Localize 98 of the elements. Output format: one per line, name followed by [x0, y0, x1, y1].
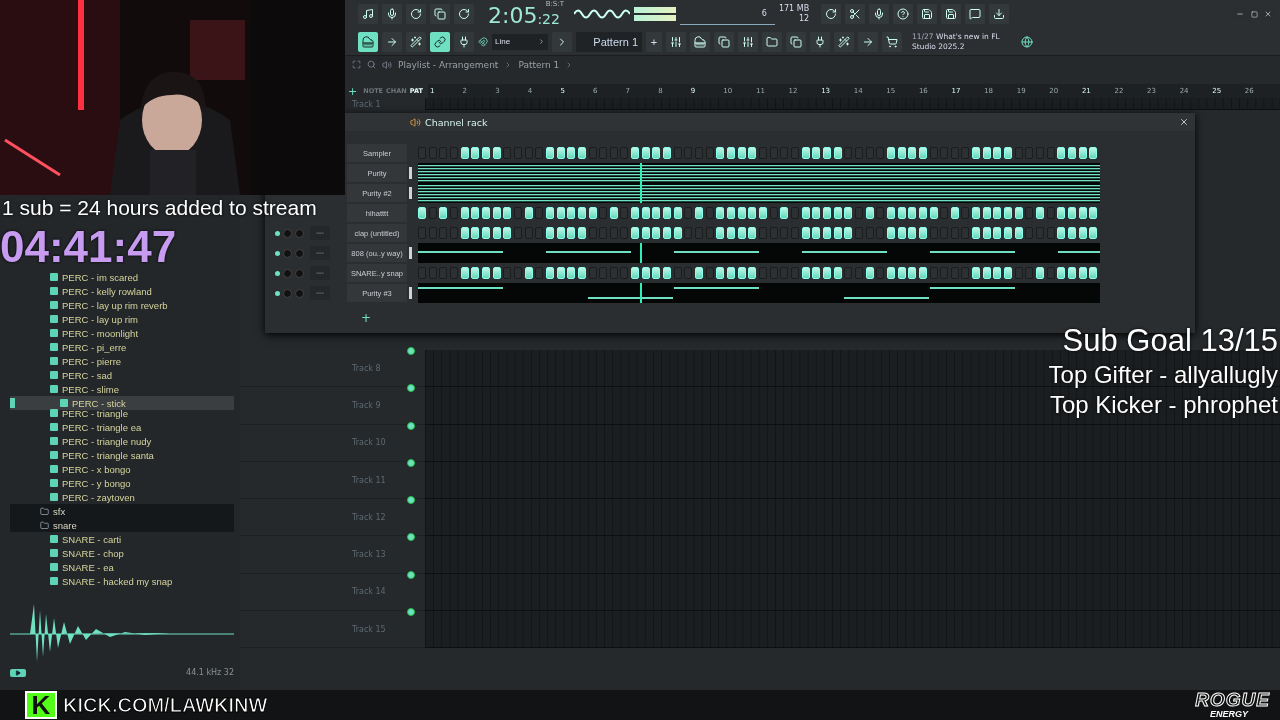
- close-button[interactable]: [1179, 117, 1189, 127]
- top-gifter-text: Top Gifter - allyallugly: [1048, 360, 1278, 390]
- mute-led[interactable]: [275, 290, 280, 296]
- microphone-icon: [873, 8, 886, 20]
- plug-icon: [814, 35, 826, 48]
- sample-info: 44.1 kHz 32: [186, 668, 234, 677]
- kick-logo: K: [25, 691, 57, 719]
- mixer-icon: [742, 35, 754, 48]
- top-kicker-text: Top Kicker - phrophet: [1048, 390, 1278, 420]
- play-button[interactable]: [552, 31, 572, 52]
- cpu-monitor: 6: [679, 3, 775, 25]
- mute-led[interactable]: [275, 230, 280, 236]
- browser-item[interactable]: sfx: [10, 504, 234, 518]
- browser-button[interactable]: [762, 31, 782, 52]
- search-icon: [367, 60, 376, 69]
- save-as-button[interactable]: [941, 4, 962, 24]
- memory-readout: 171 MB 12: [778, 4, 810, 24]
- mute-led[interactable]: [275, 250, 280, 256]
- browser-item[interactable]: PERC - x bongo: [10, 462, 234, 476]
- folder-icon: [40, 506, 49, 516]
- close-icon: [1179, 117, 1189, 127]
- pattern-selector[interactable]: Pattern 1: [576, 31, 642, 52]
- undo-button[interactable]: [821, 4, 842, 24]
- plug-button[interactable]: [810, 31, 830, 52]
- mixer-button[interactable]: [738, 31, 758, 52]
- fullscreen-icon: [352, 60, 361, 69]
- cart-icon: [886, 35, 898, 48]
- help-icon: [897, 8, 910, 20]
- add-channel-button[interactable]: +: [361, 311, 372, 325]
- play-button[interactable]: [10, 669, 26, 677]
- undo-icon: [825, 8, 838, 20]
- browser-item[interactable]: PERC - triangle ea: [10, 420, 234, 434]
- browser-item[interactable]: PERC - lay up rim reverb: [10, 298, 234, 312]
- download-icon: [993, 8, 1006, 20]
- browser-item[interactable]: PERC - pi_erre: [10, 340, 234, 354]
- browser-item[interactable]: PERC - y bongo: [10, 476, 234, 490]
- browser-item[interactable]: SNARE - hacked my snap: [10, 574, 234, 588]
- sub-goal-text: Sub Goal 13/15: [1061, 322, 1278, 360]
- browser-item[interactable]: PERC - kelly rowland: [10, 284, 234, 298]
- close-icon: [1264, 10, 1272, 18]
- channel-url: KICK.COM/LAWKINW: [63, 693, 268, 717]
- globe-icon: [1021, 35, 1033, 48]
- breadcrumb-item[interactable]: Pattern 1: [518, 59, 560, 70]
- link-button[interactable]: [430, 31, 450, 52]
- oscilloscope-drawing: [573, 7, 630, 21]
- speaker-icon: [382, 59, 392, 70]
- folder-icon: [40, 520, 49, 530]
- wand-button[interactable]: [406, 31, 426, 52]
- level-meter: [633, 7, 676, 21]
- document-icon: [790, 35, 802, 48]
- save-button[interactable]: [917, 4, 938, 24]
- arrow-icon: [386, 35, 398, 48]
- save-as-icon: [945, 8, 958, 20]
- restore-icon: [1250, 10, 1258, 18]
- cart-button[interactable]: [882, 31, 902, 52]
- browser-item[interactable]: PERC - im scared: [10, 270, 234, 284]
- chat-icon: [969, 8, 982, 20]
- browser-item[interactable]: SNARE - carti: [10, 532, 234, 546]
- scissors-icon: [849, 8, 862, 20]
- loop-button[interactable]: [454, 4, 474, 24]
- wand-icon: [410, 35, 422, 48]
- download-button[interactable]: [989, 4, 1010, 24]
- document-button[interactable]: [786, 31, 806, 52]
- add-track-button[interactable]: +: [348, 84, 358, 98]
- arrow-button[interactable]: [382, 31, 402, 52]
- snap-dropdown[interactable]: Line: [492, 33, 548, 50]
- browser-item[interactable]: PERC - sad: [10, 368, 234, 382]
- browser-item[interactable]: SNARE - chop: [10, 546, 234, 560]
- browser-item[interactable]: PERC - moonlight: [10, 326, 234, 340]
- scissors-button[interactable]: [845, 4, 866, 24]
- link-icon: [434, 35, 446, 48]
- add-pattern-button[interactable]: +: [646, 31, 662, 52]
- help-button[interactable]: [893, 4, 914, 24]
- selection-marker: [10, 398, 15, 408]
- save-icon: [921, 8, 934, 20]
- sponsor-logo: ROGUE ENERGY: [1195, 691, 1270, 719]
- browser-item[interactable]: PERC - stick: [10, 396, 234, 410]
- browser-icon: [766, 35, 778, 48]
- window-title: Channel rack: [425, 116, 488, 128]
- breadcrumb-item[interactable]: Playlist - Arrangement: [398, 59, 499, 70]
- browser-item[interactable]: SNARE - ea: [10, 560, 234, 574]
- mute-led[interactable]: [275, 270, 280, 276]
- browser-item[interactable]: snare: [10, 518, 234, 532]
- countdown-timer: 04:41:47: [0, 222, 177, 271]
- browser-item[interactable]: PERC - zaytoven: [10, 490, 234, 504]
- magnet-icon: [478, 36, 488, 47]
- loop-icon: [458, 8, 470, 20]
- browser-item[interactable]: PERC - pierre: [10, 354, 234, 368]
- browser-item[interactable]: PERC - lay up rim: [10, 312, 234, 326]
- chat-button[interactable]: [965, 4, 986, 24]
- minimize-icon: [1236, 10, 1244, 18]
- browser-item[interactable]: PERC - triangle nudy: [10, 434, 234, 448]
- chevron-icon: [538, 38, 545, 45]
- microphone-button[interactable]: [869, 4, 890, 24]
- browser-item[interactable]: PERC - slime: [10, 382, 234, 396]
- browser-item[interactable]: PERC - triangle santa: [10, 448, 234, 462]
- speaker-icon: [410, 116, 421, 128]
- sub-rule-text: 1 sub = 24 hours added to stream: [2, 196, 317, 219]
